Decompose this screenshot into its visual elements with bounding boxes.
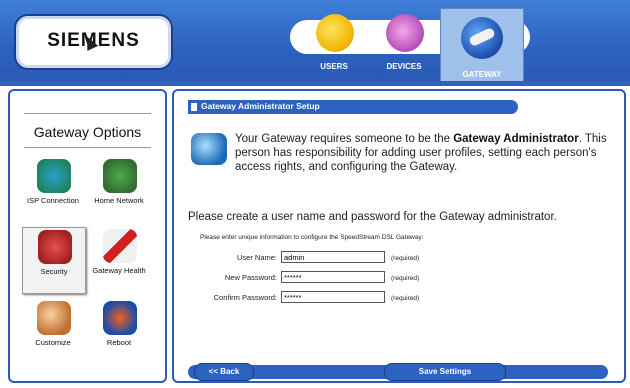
devices-icon xyxy=(386,14,424,52)
sidebar-item-label: ISP Connection xyxy=(27,196,79,205)
sidebar-item-security[interactable]: Security xyxy=(22,227,86,294)
sidebar-item-label: Home Network xyxy=(94,196,144,205)
confirm-password-row: Confirm Password: (required) xyxy=(174,291,624,305)
administrator-icon xyxy=(191,133,227,165)
tab-devices[interactable]: DEVICES xyxy=(366,10,442,72)
divider xyxy=(24,147,151,148)
intro-text-start: Your Gateway requires someone to be the xyxy=(235,133,454,145)
tab-gateway-label: GATEWAY xyxy=(462,70,502,79)
intro-text-bold: Gateway Administrator xyxy=(453,133,579,145)
sub-instructions: Please enter unique information to confi… xyxy=(200,234,424,241)
new-password-input[interactable] xyxy=(281,271,385,283)
isp-connection-icon xyxy=(37,159,71,193)
confirm-password-input[interactable] xyxy=(281,291,385,303)
sidebar: Gateway Options ISP Connection Home Netw… xyxy=(8,89,167,383)
security-icon xyxy=(38,230,72,264)
back-button[interactable]: << Back xyxy=(194,363,254,381)
sidebar-title: Gateway Options xyxy=(33,124,142,140)
new-password-row: New Password: (required) xyxy=(174,271,624,285)
intro-text: Your Gateway requires someone to be the … xyxy=(235,132,607,174)
required-note: (required) xyxy=(391,275,420,282)
sidebar-item-home-network[interactable]: Home Network xyxy=(88,157,150,222)
sidebar-item-label: Gateway Health xyxy=(92,266,146,275)
divider xyxy=(24,113,151,114)
tab-users[interactable]: USERS xyxy=(296,10,372,72)
users-icon xyxy=(316,14,354,52)
reboot-icon xyxy=(103,301,137,335)
user-name-label: User Name: xyxy=(236,253,277,262)
save-settings-button[interactable]: Save Settings xyxy=(384,363,506,381)
title-marker-icon xyxy=(191,103,197,111)
sidebar-item-customize[interactable]: Customize xyxy=(22,299,84,364)
home-network-icon xyxy=(103,159,137,193)
header: SIEMENS USERS DEVICES GATEWAY xyxy=(0,0,630,82)
sidebar-item-reboot[interactable]: Reboot xyxy=(88,299,150,364)
tab-gateway[interactable]: GATEWAY xyxy=(440,8,524,82)
required-note: (required) xyxy=(391,255,420,262)
required-note: (required) xyxy=(391,295,420,302)
sidebar-item-isp-connection[interactable]: ISP Connection xyxy=(22,157,84,222)
header-band xyxy=(0,81,630,86)
instructions: Please create a user name and password f… xyxy=(188,211,557,223)
customize-icon xyxy=(37,301,71,335)
confirm-password-label: Confirm Password: xyxy=(213,293,277,302)
page-title: Gateway Administrator Setup xyxy=(201,101,320,111)
new-password-label: New Password: xyxy=(224,273,277,282)
tab-users-label: USERS xyxy=(320,62,348,71)
sidebar-item-gateway-health[interactable]: Gateway Health xyxy=(88,227,150,292)
gateway-health-icon xyxy=(103,229,137,263)
sidebar-item-label: Customize xyxy=(35,338,71,347)
panel-title-bar: Gateway Administrator Setup xyxy=(188,100,518,114)
user-name-row: User Name: (required) xyxy=(174,251,624,265)
main-panel: Gateway Administrator Setup Your Gateway… xyxy=(172,89,626,383)
gateway-icon xyxy=(461,17,503,59)
user-name-input[interactable] xyxy=(281,251,385,263)
sidebar-item-label: Security xyxy=(40,267,68,276)
tab-devices-label: DEVICES xyxy=(386,62,422,71)
sidebar-item-label: Reboot xyxy=(106,338,132,347)
